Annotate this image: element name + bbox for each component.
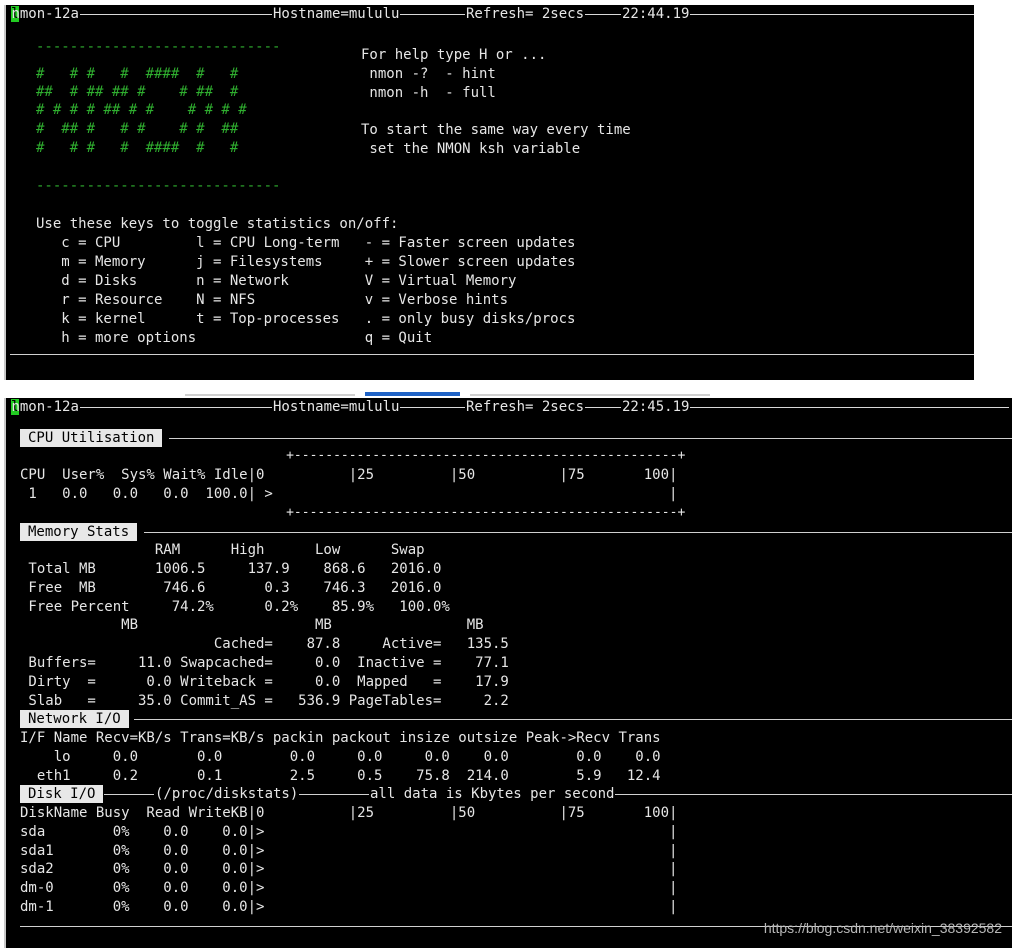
memory-line-6: Cached= 87.8 Active= 135.5: [20, 636, 509, 652]
logo-dashes-bottom: -----------------------------: [36, 178, 281, 194]
memory-line-4: Free Percent 74.2% 0.2% 85.9% 100.0%: [20, 599, 450, 615]
keys-row-3: d = Disks n = Network V = Virtual Memory: [36, 273, 517, 289]
strip-accent: [365, 392, 460, 396]
nmon-header-bar: lnmon-12a Hostname=mululu Refresh= 2secs…: [4, 398, 1012, 418]
network-row-eth1: eth1 0.2 0.1 2.5 0.5 75.8 214.0 5.9 12.4: [20, 768, 661, 784]
memory-section-rule: [144, 532, 1012, 533]
help-line-1: For help type H or ...: [361, 47, 547, 63]
keys-row-6: h = more options q = Quit: [36, 330, 433, 346]
terminal-left-border: [4, 398, 6, 948]
memory-line-3: Free MB 746.6 0.3 746.3 2016.0: [20, 580, 442, 596]
disk-row-sda: sda 0% 0.0 0.0|> |: [20, 824, 678, 840]
terminal-window-stats: lnmon-12a Hostname=mululu Refresh= 2secs…: [4, 398, 1012, 948]
hostname-label: Hostname=mululu: [272, 6, 401, 22]
disk-row-sda1: sda1 0% 0.0 0.0|> |: [20, 843, 678, 859]
cpu-header: CPU User% Sys% Wait% Idle|0 |25 |50 |75 …: [20, 467, 678, 483]
logo-line-4: # ## # # # # # ##: [36, 121, 239, 137]
network-row-lo: lo 0.0 0.0 0.0 0.0 0.0 0.0 0.0 0.0: [20, 749, 661, 765]
clock-label: 22:44.19: [621, 6, 691, 22]
disk-row-sda2: sda2 0% 0.0 0.0|> |: [20, 861, 678, 877]
watermark-text: https://blog.csdn.net/weixin_38392582: [763, 920, 1002, 936]
disk-subtitle-source: (/proc/diskstats): [154, 785, 300, 803]
memory-line-8: Dirty = 0.0 Writeback = 0.0 Mapped = 17.…: [20, 674, 509, 690]
logo-line-5: # # # # #### # #: [36, 140, 239, 156]
help-line-5: To start the same way every time: [361, 122, 631, 138]
hostname-label: Hostname=mululu: [272, 399, 401, 415]
refresh-label: Refresh= 2secs: [465, 399, 586, 415]
strip-line-right: [470, 394, 710, 396]
cpu-row-1: 1 0.0 0.0 0.0 100.0| > |: [20, 486, 678, 502]
disk-header: DiskName Busy Read WriteKB|0 |25 |50 |75…: [20, 805, 678, 821]
memory-section-title: Memory Stats: [20, 523, 138, 541]
help-line-3: nmon -h - full: [361, 85, 496, 101]
nmon-version: nmon-12a: [11, 6, 79, 22]
logo-line-2: ## # ## ## # # ## #: [36, 84, 239, 100]
header-title: lnmon-12a: [10, 399, 80, 415]
strip-line-left: [185, 394, 355, 396]
terminal-left-border: [4, 5, 6, 380]
logo-dashes-top: -----------------------------: [36, 39, 281, 55]
memory-line-5: MB MB MB: [20, 617, 484, 633]
clock-label: 22:45.19: [621, 399, 691, 415]
network-header: I/F Name Recv=KB/s Trans=KB/s packin pac…: [20, 730, 661, 746]
terminal-window-help: lnmon-12a Hostname=mululu Refresh= 2secs…: [4, 5, 974, 380]
disk-subtitle-units: all data is Kbytes per second: [369, 785, 616, 803]
cpu-section-rule: [169, 438, 1012, 439]
keys-row-1: c = CPU l = CPU Long-term - = Faster scr…: [36, 235, 576, 251]
cpu-border-bottom: +---------------------------------------…: [20, 505, 686, 520]
memory-line-1: RAM High Low Swap: [20, 542, 425, 558]
help-line-6: set the NMON ksh variable: [361, 141, 581, 157]
cpu-border-top: +---------------------------------------…: [20, 448, 686, 463]
memory-line-7: Buffers= 11.0 Swapcached= 0.0 Inactive =…: [20, 655, 509, 671]
disk-row-dm-1: dm-1 0% 0.0 0.0|> |: [20, 899, 678, 915]
help-line-2: nmon -? - hint: [361, 66, 496, 82]
disk-section-title: Disk I/O: [20, 785, 104, 803]
nmon-version: nmon-12a: [11, 399, 79, 415]
memory-line-9: Slab = 35.0 Commit_AS = 536.9 PageTables…: [20, 693, 509, 709]
network-section-title: Network I/O: [20, 710, 129, 728]
logo-line-1: # # # # #### # #: [36, 66, 239, 82]
nmon-header-bar: lnmon-12a Hostname=mululu Refresh= 2secs…: [4, 5, 974, 25]
refresh-label: Refresh= 2secs: [465, 6, 586, 22]
keys-title: Use these keys to toggle statistics on/o…: [36, 216, 399, 232]
keys-row-4: r = Resource N = NFS v = Verbose hints: [36, 292, 509, 308]
keys-row-2: m = Memory j = Filesystems + = Slower sc…: [36, 254, 576, 270]
keys-row-5: k = kernel t = Top-processes . = only bu…: [36, 311, 576, 327]
logo-line-3: # # # # ## # # # # # #: [36, 102, 247, 118]
header-title: lnmon-12a: [10, 6, 80, 22]
bottom-rule: [10, 354, 974, 355]
network-section-rule: [134, 719, 1012, 720]
cpu-section-title: CPU Utilisation: [20, 429, 163, 447]
memory-line-2: Total MB 1006.5 137.9 868.6 2016.0: [20, 561, 442, 577]
disk-row-dm-0: dm-0 0% 0.0 0.0|> |: [20, 880, 678, 896]
window-gap-strip: [0, 380, 1012, 398]
